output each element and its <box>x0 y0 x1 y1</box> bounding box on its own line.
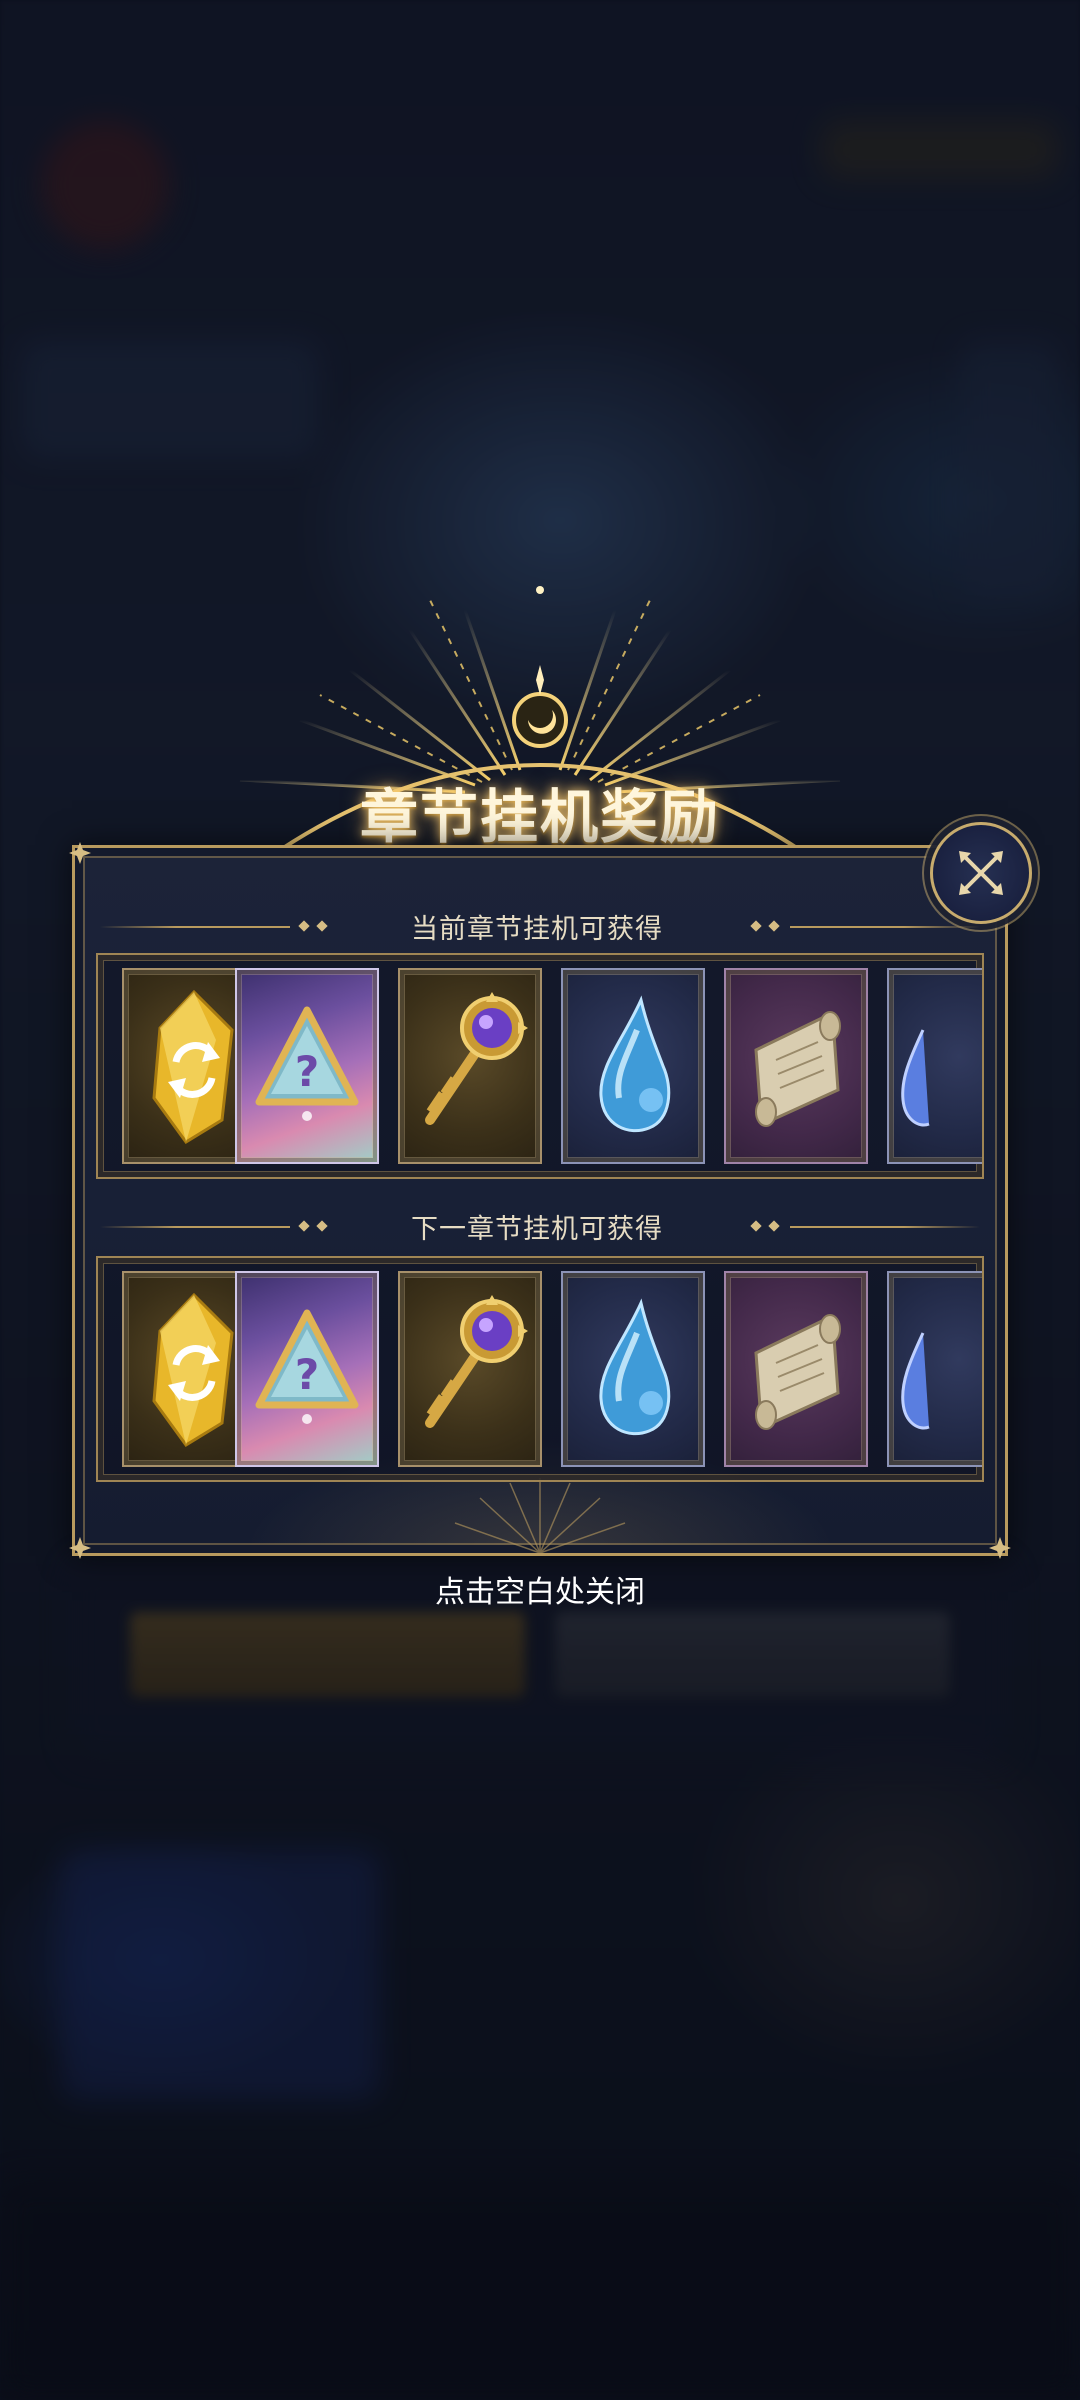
corner-ornament-icon <box>69 842 91 864</box>
popup-title: 章节挂机奖励 <box>359 783 720 851</box>
svg-text:?: ? <box>295 1350 319 1399</box>
blue-gem-partial-icon <box>901 1332 930 1430</box>
mystery-triangle-card-icon: ? <box>255 1309 359 1424</box>
close-icon <box>959 851 1003 895</box>
reward-item[interactable] <box>724 968 868 1164</box>
corner-ornament-icon <box>989 1537 1011 1559</box>
parchment-scroll-icon <box>754 1314 841 1430</box>
reward-item[interactable] <box>887 968 982 1164</box>
reward-item[interactable]: ? <box>235 968 379 1164</box>
gold-gem-key-icon <box>425 1295 528 1428</box>
section-divider-right <box>790 1226 980 1228</box>
blue-gem-partial-icon <box>901 1029 930 1127</box>
reward-item[interactable] <box>724 1271 868 1467</box>
reward-item[interactable] <box>398 968 542 1164</box>
current-reward-row: ? <box>96 953 984 1179</box>
gold-gem-key-icon <box>425 992 528 1125</box>
corner-ornament-icon <box>69 1537 91 1559</box>
blue-water-drop-gem-icon <box>599 995 671 1133</box>
reward-item[interactable] <box>398 1271 542 1467</box>
mystery-triangle-card-icon: ? <box>255 1006 359 1121</box>
reward-item[interactable] <box>561 1271 705 1467</box>
parchment-scroll-icon <box>754 1011 841 1127</box>
svg-text:?: ? <box>295 1047 319 1096</box>
tap-to-close-hint: 点击空白处关闭 <box>435 1575 645 1610</box>
next-reward-row: ? <box>96 1256 984 1482</box>
reward-item[interactable]: ? <box>235 1271 379 1467</box>
reward-item[interactable] <box>561 968 705 1164</box>
reward-item[interactable] <box>887 1271 982 1467</box>
section-divider-right <box>790 926 980 928</box>
blue-water-drop-gem-icon <box>599 1298 671 1436</box>
